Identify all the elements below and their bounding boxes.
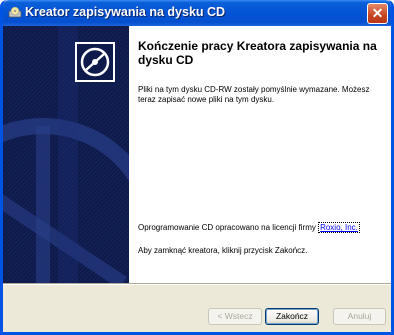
wizard-content: Kończenie pracy Kreatora zapisywania na … — [129, 26, 391, 283]
button-separator — [3, 283, 391, 285]
wizard-heading: Kończenie pracy Kreatora zapisywania na … — [138, 39, 377, 67]
close-instruction-text: Aby zamknąć kreatora, kliknij przycisk Z… — [138, 246, 308, 255]
license-label: Oprogramowanie CD opracowano na licencji… — [138, 223, 319, 232]
title-bar[interactable]: Kreator zapisywania na dysku CD ✕ — [3, 0, 391, 26]
wizard-side-banner — [3, 26, 129, 283]
license-text: Oprogramowanie CD opracowano na licencji… — [138, 222, 383, 233]
close-icon: ✕ — [371, 5, 384, 21]
finish-button[interactable]: Zakończ — [265, 308, 319, 325]
cd-burner-icon — [8, 6, 22, 20]
back-button[interactable]: < Wstecz — [208, 308, 262, 325]
window-title: Kreator zapisywania na dysku CD — [25, 5, 226, 19]
close-button[interactable]: ✕ — [367, 3, 388, 24]
cd-disc-icon — [75, 42, 115, 82]
erase-success-text: Pliki na tym dysku CD-RW zostały pomyśln… — [138, 85, 370, 104]
cancel-button[interactable]: Anuluj — [333, 308, 386, 325]
roxio-link[interactable]: Roxio, Inc. — [318, 222, 360, 233]
wizard-window: Kreator zapisywania na dysku CD ✕ Kończe… — [0, 0, 394, 335]
